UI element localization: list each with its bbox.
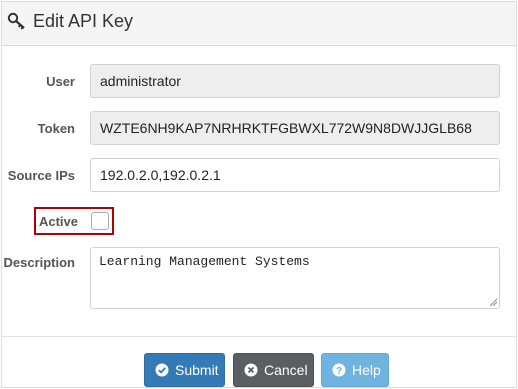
page-title: Edit API Key [33, 11, 134, 31]
close-circle-icon [244, 363, 258, 377]
resize-grip-icon[interactable] [489, 298, 497, 306]
cancel-label: Cancel [264, 362, 308, 378]
help-button[interactable]: ? Help [321, 353, 389, 387]
key-icon [7, 12, 25, 30]
active-checkbox[interactable] [91, 212, 109, 230]
footer-divider [2, 336, 516, 337]
edit-api-key-panel: Edit API Key User administrator Token WZ… [1, 1, 517, 388]
description-text: Learning Management Systems [99, 254, 310, 269]
submit-label: Submit [175, 362, 219, 378]
question-circle-icon: ? [332, 363, 346, 377]
panel-header: Edit API Key [2, 2, 516, 46]
help-label: Help [352, 362, 381, 378]
svg-text:?: ? [336, 366, 342, 377]
description-textarea[interactable]: Learning Management Systems [90, 247, 500, 309]
source-ips-label: Source IPs [7, 168, 75, 183]
cancel-button[interactable]: Cancel [233, 353, 314, 387]
description-label: Description [3, 255, 75, 270]
source-ips-field[interactable]: 192.0.2.0,192.0.2.1 [90, 158, 500, 192]
active-label: Active [38, 214, 78, 229]
user-field[interactable]: administrator [90, 64, 500, 98]
check-circle-icon [155, 363, 169, 377]
submit-button[interactable]: Submit [144, 353, 225, 387]
user-label: User [46, 74, 75, 89]
token-label: Token [37, 121, 75, 136]
token-field[interactable]: WZTE6NH9KAP7NRHRKTFGBWXL772W9N8DWJJGLB68 [90, 111, 500, 145]
